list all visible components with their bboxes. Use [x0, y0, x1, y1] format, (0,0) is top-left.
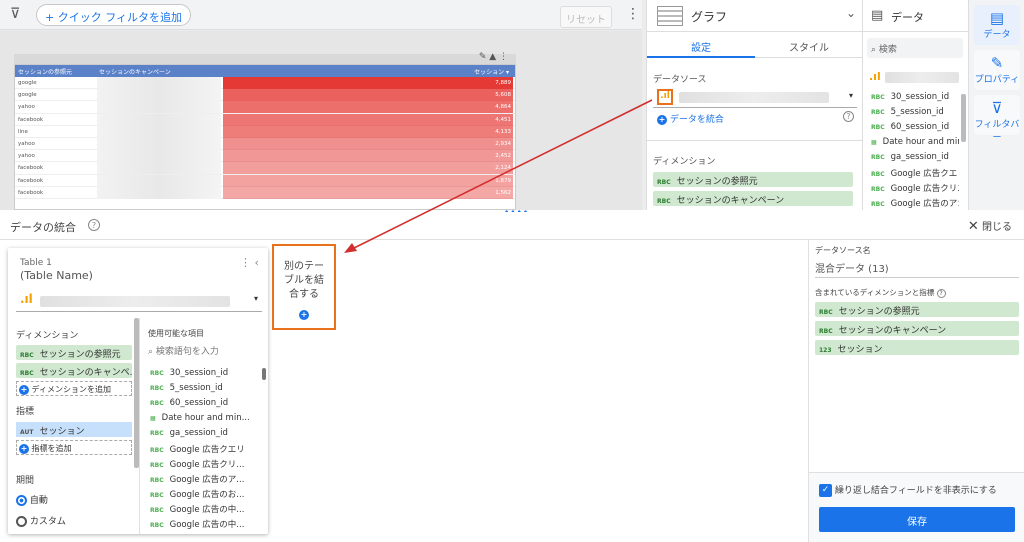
- checkbox-checked-icon: ✓: [819, 484, 832, 497]
- save-button[interactable]: 保存: [819, 507, 1015, 532]
- included-field-chip[interactable]: RBC セッションの参照元: [815, 302, 1019, 317]
- included-field-label: セッションの参照元: [838, 307, 920, 317]
- checkbox-label: 繰り返し結合フィールドを非表示にする: [834, 486, 997, 496]
- included-field-label: セッション: [837, 345, 883, 355]
- included-label-text: 含まれているディメンションと指標: [815, 288, 935, 297]
- included-field-chip[interactable]: RBC セッションのキャンペーン: [815, 321, 1019, 336]
- blend-settings-sidebar: データソース名 混合データ (13) 含まれているディメンションと指標 ? RB…: [808, 240, 1024, 542]
- datasource-name-value: 混合データ (13): [815, 264, 889, 275]
- datasource-name-input[interactable]: 混合データ (13): [815, 260, 1019, 278]
- save-label: 保存: [907, 517, 927, 528]
- datasource-name-label: データソース名: [815, 246, 871, 255]
- sidebar-footer: ✓ 繰り返し結合フィールドを非表示にする 保存: [809, 472, 1024, 542]
- hide-repeat-checkbox[interactable]: ✓ 繰り返し結合フィールドを非表示にする: [819, 483, 997, 497]
- included-field-chip[interactable]: 123 セッション: [815, 340, 1019, 355]
- included-field-label: セッションのキャンペーン: [838, 326, 947, 336]
- included-label: 含まれているディメンションと指標 ?: [815, 287, 946, 298]
- help-icon[interactable]: ?: [936, 289, 946, 298]
